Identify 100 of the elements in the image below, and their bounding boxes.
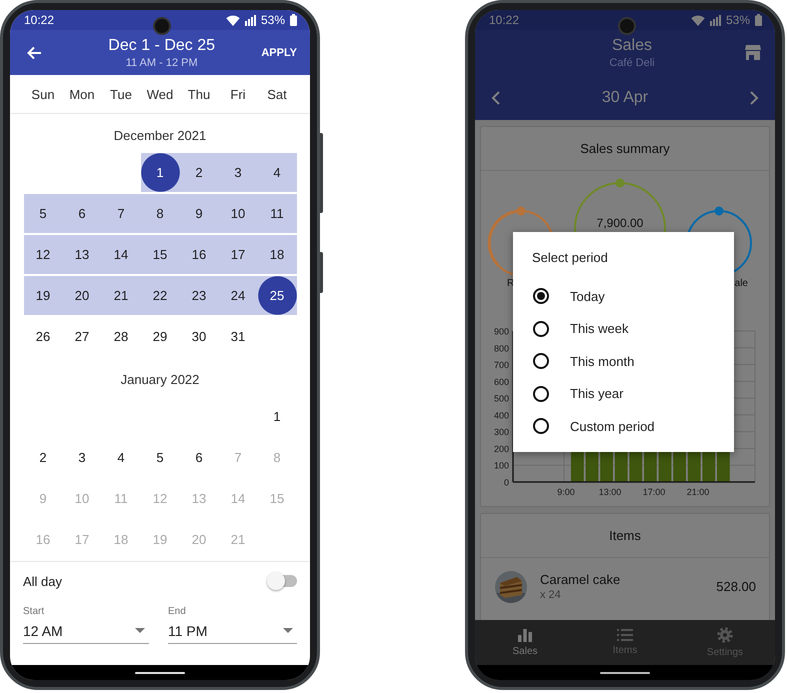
wifi-icon	[690, 14, 705, 26]
axis-label: 700	[494, 360, 509, 370]
calendar-day[interactable]: 16	[180, 235, 218, 274]
radio-button[interactable]	[533, 353, 549, 370]
field-label: End	[168, 605, 187, 618]
calendar-day[interactable]: 19	[24, 276, 62, 315]
home-indicator[interactable]	[600, 672, 650, 674]
calendar-day[interactable]: 2	[180, 153, 218, 192]
calendar-day[interactable]: 15	[140, 235, 180, 274]
option-label[interactable]: This year	[570, 386, 624, 402]
calendar-day[interactable]: 10	[218, 194, 258, 233]
weekday-label: Sat	[267, 86, 287, 102]
calendar-day[interactable]: 6	[62, 194, 102, 233]
radio-button[interactable]	[533, 320, 549, 337]
calendar-day[interactable]: 11	[258, 194, 296, 233]
signal-icon	[710, 14, 721, 26]
axis-label: 13:00	[598, 487, 622, 497]
calendar-day[interactable]: 28	[102, 317, 140, 356]
axis-label: 800	[494, 343, 509, 354]
calendar-day[interactable]: 6	[180, 438, 218, 477]
chevron-left-icon[interactable]	[491, 90, 501, 104]
home-indicator[interactable]	[135, 672, 185, 674]
chevron-right-icon[interactable]	[748, 90, 759, 104]
wifi-icon	[226, 14, 240, 26]
calendar-day[interactable]: 3	[62, 438, 102, 477]
axis-label: 17:00	[642, 487, 666, 497]
weekday-label: Sun	[31, 86, 55, 102]
axis-label: 500	[494, 394, 509, 404]
toggle-switch[interactable]	[267, 571, 297, 591]
status-time: 10:22	[489, 13, 520, 27]
calendar-day[interactable]: 25	[258, 276, 296, 315]
axis-label: 200	[494, 444, 509, 454]
axis-label: 900	[494, 326, 509, 336]
axis-label: 100	[494, 460, 509, 471]
camera-hole	[153, 17, 171, 35]
calendar-day[interactable]: 13	[62, 235, 102, 274]
calendar-day[interactable]: 4	[102, 438, 140, 477]
calendar-day[interactable]: 8	[140, 194, 180, 233]
calendar-day[interactable]: 31	[218, 317, 258, 356]
calendar-day[interactable]: 3	[218, 153, 258, 192]
calendar-day[interactable]: 22	[140, 276, 180, 315]
calendar-day[interactable]: 23	[180, 276, 218, 315]
option-label[interactable]: Custom period	[570, 418, 655, 434]
date-label: 30 Apr	[602, 88, 648, 106]
gauge-value: 7,900.00	[596, 216, 644, 230]
calendar-day[interactable]: 18	[258, 235, 296, 274]
calendar-day[interactable]: 2	[24, 438, 62, 477]
apply-button[interactable]: APPLY	[261, 46, 297, 58]
calendar-day[interactable]: 27	[62, 317, 102, 356]
calendar-day[interactable]: 30	[180, 317, 218, 356]
calendar-day[interactable]: 20	[62, 276, 102, 315]
time-dropdown[interactable]: 12 AM	[23, 618, 149, 644]
calendar-day[interactable]: 5	[140, 438, 180, 477]
field-label: Start	[23, 605, 46, 618]
calendar-day[interactable]: 7	[102, 194, 140, 233]
calendar-day[interactable]: 24	[218, 276, 258, 315]
weekday-label: Mon	[69, 86, 95, 102]
weekday-label: Wed	[146, 86, 174, 102]
calendar-day[interactable]: 5	[24, 194, 62, 233]
axis-label: 300	[494, 427, 509, 438]
option-label[interactable]: This month	[570, 354, 634, 369]
store-name: Café Deli	[609, 56, 655, 68]
axis-label: 400	[494, 410, 509, 420]
item-quantity: x 24	[540, 589, 562, 601]
time-range-subtitle: 11 AM - 12 PM	[126, 56, 198, 68]
radio-button[interactable]	[533, 288, 549, 304]
back-arrow-icon[interactable]	[26, 44, 42, 60]
radio-button[interactable]	[533, 418, 549, 434]
axis-label: 0	[504, 478, 509, 488]
calendar-day[interactable]: 17	[218, 235, 258, 274]
calendar-day[interactable]: 1	[258, 397, 296, 436]
item-amount: 528.00	[716, 579, 756, 594]
radio-button[interactable]	[533, 386, 549, 402]
option-label[interactable]: This week	[570, 321, 629, 336]
time-dropdown[interactable]: 11 PM	[168, 618, 297, 644]
calendar-day[interactable]: 12	[24, 235, 62, 274]
calendar-day[interactable]: 21	[102, 276, 140, 315]
axis-label: 9:00	[557, 487, 575, 497]
nav-tab[interactable]: Sales	[475, 620, 575, 665]
battery-percent: 53%	[260, 13, 285, 27]
month-title: January 2022	[120, 370, 200, 389]
store-icon[interactable]	[745, 45, 761, 60]
item-name: Caramel cake	[540, 572, 622, 587]
dialog-title: Select period	[532, 250, 609, 266]
battery-percent: 53%	[726, 13, 750, 27]
calendar-day[interactable]: 29	[140, 317, 180, 356]
calendar-day[interactable]: 4	[258, 153, 296, 192]
card-title: Sales summary	[481, 127, 769, 171]
option-label[interactable]: Today	[570, 288, 605, 304]
weekday-label: Fri	[230, 86, 246, 102]
screen-title: Sales	[612, 36, 652, 54]
calendar-day[interactable]: 14	[102, 235, 140, 274]
calendar-day[interactable]: 1	[140, 153, 180, 192]
calendar-day[interactable]: 9	[180, 194, 218, 233]
date-range-title: Dec 1 - Dec 25	[108, 36, 216, 54]
gear-icon	[717, 627, 733, 643]
calendar-day[interactable]: 26	[24, 317, 62, 356]
signal-icon	[244, 14, 256, 26]
bar-chart-icon	[518, 628, 532, 642]
axis-label: 600	[494, 376, 509, 387]
